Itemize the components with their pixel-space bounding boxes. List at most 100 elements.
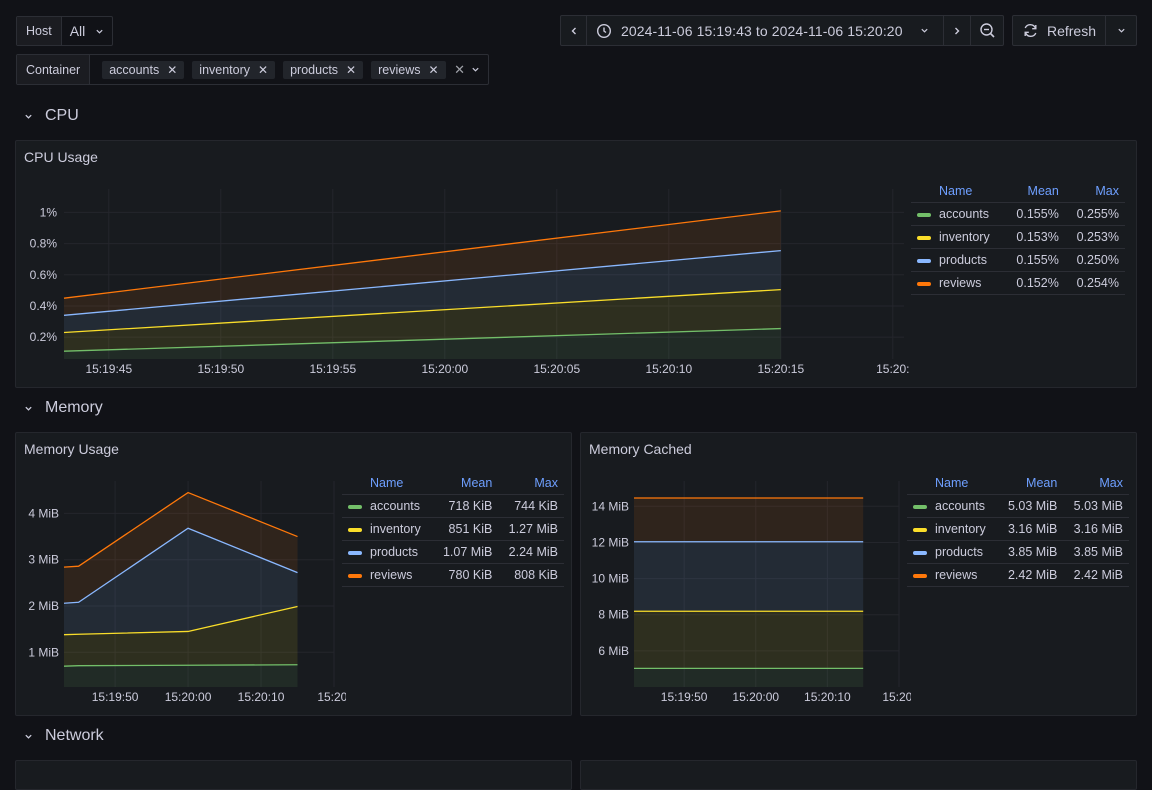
panel-network-right (580, 760, 1137, 790)
y-tick-label: 0.6% (30, 268, 58, 282)
host-variable-value: All (69, 23, 86, 39)
legend-mean: 1.07 MiB (432, 540, 499, 564)
legend-row-inventory[interactable]: inventory 851 KiB 1.27 MiB (342, 517, 564, 541)
x-tick-label: 15:20:00 (421, 362, 468, 376)
legend-row-reviews[interactable]: reviews 780 KiB 808 KiB (342, 563, 564, 587)
chip-label: reviews (378, 62, 421, 77)
legend-max: 1.27 MiB (498, 517, 564, 541)
legend-mean: 3.85 MiB (997, 540, 1064, 564)
row-network[interactable]: Network (24, 727, 104, 745)
remove-icon[interactable]: ✕ (346, 63, 356, 77)
area-products (634, 541, 864, 612)
zoom-out-button[interactable] (970, 15, 1004, 46)
series-color-swatch (917, 235, 931, 240)
legend-max: 2.24 MiB (498, 540, 564, 564)
time-range-text: 2024-11-06 15:19:43 to 2024-11-06 15:20:… (621, 22, 903, 39)
legend-header-name[interactable]: Name (342, 472, 433, 495)
series-color-swatch (348, 573, 362, 578)
legend-header-max[interactable]: Max (1063, 472, 1129, 495)
container-variable-select[interactable]: accounts ✕ inventory ✕ products ✕ reviews ✕ … (90, 55, 488, 84)
chevron-down-icon (25, 734, 32, 739)
legend-row-accounts[interactable]: accounts 5.03 MiB 5.03 MiB (907, 494, 1129, 518)
series-color-swatch (348, 550, 362, 555)
refresh-button[interactable]: Refresh (1012, 15, 1106, 46)
host-variable: Host All (16, 16, 114, 46)
chevron-right-icon (955, 27, 960, 34)
chevron-down-icon[interactable] (471, 65, 480, 74)
y-tick-label: 0.8% (30, 237, 58, 251)
legend-header-row: Name Mean Max (911, 180, 1125, 203)
x-tick-label: 15:19:45 (85, 362, 132, 376)
x-tick-label: 15:20:05 (533, 362, 580, 376)
time-shift-back-button[interactable] (560, 15, 587, 46)
remove-icon[interactable]: ✕ (258, 63, 268, 77)
row-memory[interactable]: Memory (24, 399, 103, 417)
host-variable-select[interactable]: All (62, 17, 113, 45)
chevron-left-icon (571, 27, 576, 34)
legend-max: 3.16 MiB (1063, 517, 1129, 541)
legend-row-inventory[interactable]: inventory 0.153% 0.253% (911, 225, 1125, 249)
area-inventory (634, 611, 864, 669)
remove-icon[interactable]: ✕ (428, 63, 438, 77)
legend-row-reviews[interactable]: reviews 2.42 MiB 2.42 MiB (907, 563, 1129, 587)
legend-row-accounts[interactable]: accounts 0.155% 0.255% (911, 202, 1125, 226)
legend-mean: 0.155% (1004, 202, 1065, 226)
remove-icon[interactable]: ✕ (167, 63, 177, 77)
legend-header-row: Name Mean Max (907, 472, 1129, 495)
refresh-label: Refresh (1046, 22, 1097, 39)
x-tick-label: 15:19:50 (661, 690, 708, 704)
chip-accounts: accounts ✕ (102, 60, 185, 79)
chip-inventory: inventory ✕ (192, 60, 276, 79)
legend-mean: 2.42 MiB (997, 563, 1064, 587)
legend-header-mean[interactable]: Mean (1004, 180, 1065, 203)
row-title-text: Network (45, 727, 104, 744)
legend-max: 2.42 MiB (1063, 563, 1129, 587)
chevron-down-icon (1117, 28, 1125, 33)
legend-series-name: accounts (907, 494, 998, 518)
chip-label: accounts (109, 62, 160, 77)
legend-row-inventory[interactable]: inventory 3.16 MiB 3.16 MiB (907, 517, 1129, 541)
legend-header-name[interactable]: Name (911, 180, 1005, 203)
y-tick-label: 6 MiB (598, 644, 629, 658)
legend-series-name: reviews (907, 563, 998, 587)
memory-usage-chart: 15:19:50 15:20:00 15:20:10 15:20: 1 MiB 2 MiB… (28, 481, 346, 704)
clear-all-icon[interactable]: ✕ (454, 62, 465, 78)
legend-mean: 5.03 MiB (997, 494, 1064, 518)
refresh-interval-dropdown[interactable] (1105, 15, 1137, 46)
legend-mean: 0.155% (1004, 248, 1065, 272)
panel-memory-cached: Memory Cached 15:19:50 15:20:00 15:20:10 15… (580, 432, 1137, 716)
y-tick-label: 12 MiB (592, 535, 629, 549)
legend-row-products[interactable]: products 1.07 MiB 2.24 MiB (342, 540, 564, 564)
legend-header-max[interactable]: Max (1064, 180, 1125, 203)
legend-max: 3.85 MiB (1063, 540, 1129, 564)
row-cpu[interactable]: CPU (24, 107, 79, 125)
legend-max: 0.254% (1064, 271, 1125, 295)
row-title-text: Memory (45, 399, 103, 416)
time-range-picker[interactable]: 2024-11-06 15:19:43 to 2024-11-06 15:20:… (586, 15, 944, 46)
panel-memory-usage: Memory Usage 15:19:50 15:20:00 15:20:10 15:… (15, 432, 572, 716)
x-tick-label: 15:19:50 (92, 690, 139, 704)
x-tick-label: 15:20:10 (238, 690, 285, 704)
chip-label: inventory (199, 62, 251, 77)
x-tick-label: 15:20:00 (732, 690, 779, 704)
area-reviews (634, 497, 864, 542)
x-tick-label: 15:20: (882, 690, 911, 704)
legend-header-mean[interactable]: Mean (432, 472, 499, 495)
legend-series-name: accounts (342, 494, 433, 518)
time-shift-forward-button[interactable] (943, 15, 971, 46)
y-tick-label: 1 MiB (28, 645, 59, 659)
x-tick-label: 15:20:10 (645, 362, 692, 376)
legend-max: 808 KiB (498, 563, 564, 587)
legend-series-name: products (907, 540, 998, 564)
legend-header-mean[interactable]: Mean (997, 472, 1064, 495)
legend-row-products[interactable]: products 0.155% 0.250% (911, 248, 1125, 272)
legend-header-name[interactable]: Name (907, 472, 998, 495)
x-tick-label: 15:19:50 (197, 362, 244, 376)
series-color-swatch (917, 258, 931, 263)
legend-row-products[interactable]: products 3.85 MiB 3.85 MiB (907, 540, 1129, 564)
area-accounts (64, 664, 298, 687)
legend-row-reviews[interactable]: reviews 0.152% 0.254% (911, 271, 1125, 295)
y-tick-label: 14 MiB (592, 499, 629, 513)
legend-row-accounts[interactable]: accounts 718 KiB 744 KiB (342, 494, 564, 518)
legend-header-max[interactable]: Max (498, 472, 564, 495)
